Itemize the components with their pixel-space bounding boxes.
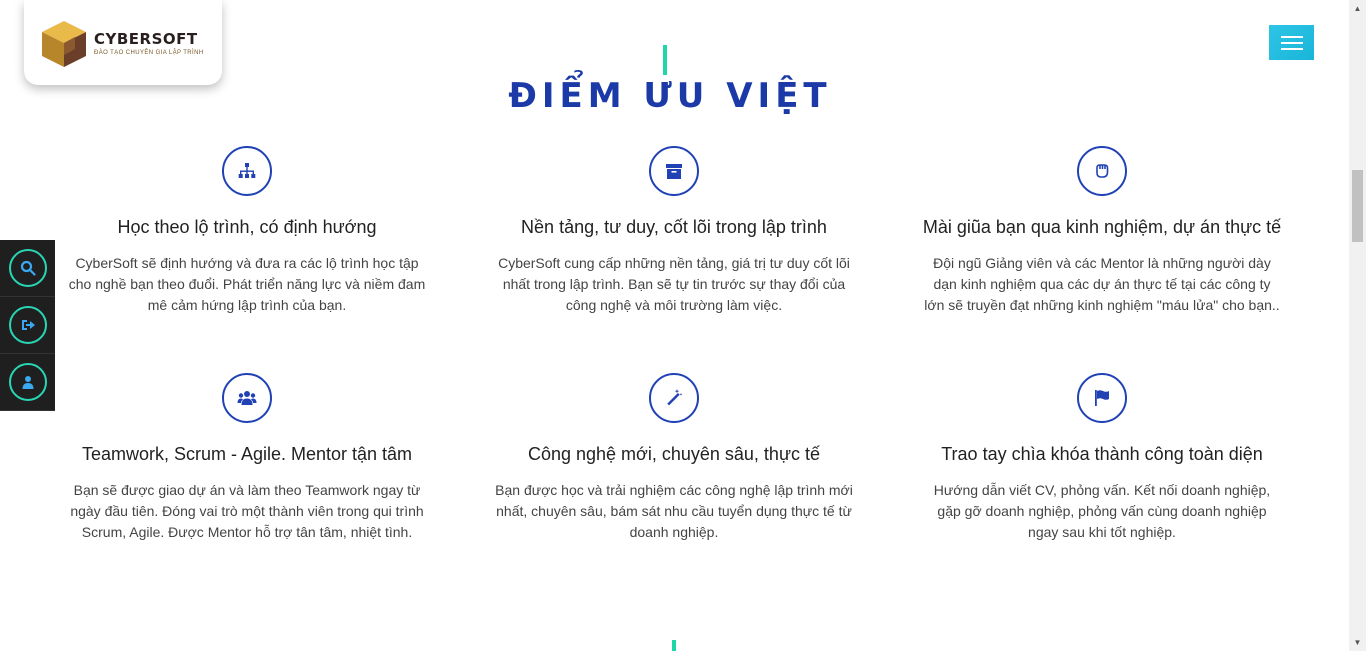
- logo-cube-icon: [42, 20, 86, 67]
- hamburger-menu-button[interactable]: [1269, 25, 1314, 60]
- next-section-accent-bar: [672, 640, 676, 651]
- feature-item: Trao tay chìa khóa thành công toàn diện …: [912, 373, 1292, 543]
- feature-item: Teamwork, Scrum - Agile. Mentor tận tâm …: [57, 373, 437, 543]
- feature-description: CyberSoft sẽ định hướng và đưa ra các lộ…: [68, 255, 426, 313]
- feature-description: Bạn sẽ được giao dự án và làm theo Teamw…: [70, 482, 424, 540]
- feature-item: Mài giũa bạn qua kinh nghiệm, dự án thực…: [912, 146, 1292, 316]
- feature-title: Mài giũa bạn qua kinh nghiệm, dự án thực…: [922, 217, 1282, 237]
- hand-fist-icon: [1096, 164, 1109, 178]
- scroll-thumb[interactable]: [1352, 170, 1363, 242]
- sidebar-icon-circle: [8, 249, 47, 287]
- feature-icon-circle: [649, 146, 699, 196]
- sidebar-login-button[interactable]: [0, 297, 55, 354]
- hamburger-icon: [1280, 35, 1303, 38]
- logo-name: CYBERSOFT: [94, 29, 198, 48]
- logo[interactable]: CYBERSOFT ĐÀO TẠO CHUYÊN GIA LẬP TRÌNH: [24, 0, 222, 85]
- title-accent-bar: [663, 45, 667, 75]
- feature-description: Đội ngũ Giảng viên và các Mentor là nhữn…: [924, 255, 1280, 313]
- scroll-up-arrow-icon[interactable]: ▲: [1349, 0, 1366, 17]
- feature-item: Nền tảng, tư duy, cốt lõi trong lập trìn…: [484, 146, 864, 316]
- sidebar-user-button[interactable]: [0, 354, 55, 411]
- search-icon: [20, 260, 36, 276]
- page-scrollbar[interactable]: ▲ ▼: [1349, 0, 1366, 651]
- users-icon: [237, 391, 257, 405]
- user-icon: [22, 376, 33, 389]
- floating-sidebar: [0, 240, 55, 411]
- feature-title: Công nghệ mới, chuyên sâu, thực tế: [527, 444, 821, 464]
- feature-description: CyberSoft cung cấp những nền tảng, giá t…: [498, 255, 850, 313]
- section-title: ĐIỂM ƯU VIỆT: [508, 76, 832, 116]
- feature-description: Hướng dẫn viết CV, phỏng vấn. Kết nối do…: [933, 482, 1271, 540]
- sitemap-icon: [238, 163, 256, 178]
- feature-item: Công nghệ mới, chuyên sâu, thực tế Bạn đ…: [484, 373, 864, 543]
- feature-icon-circle: [1077, 146, 1127, 196]
- hamburger-icon: [1280, 47, 1303, 50]
- feature-icon-circle: [649, 373, 699, 423]
- scroll-down-arrow-icon[interactable]: ▼: [1349, 634, 1366, 651]
- feature-title: Học theo lộ trình, có định hướng: [117, 217, 377, 237]
- sidebar-icon-circle: [8, 306, 47, 344]
- feature-title: Trao tay chìa khóa thành công toàn diện: [941, 444, 1263, 464]
- feature-icon-circle: [222, 146, 272, 196]
- sign-in-icon: [21, 320, 35, 330]
- hamburger-icon: [1280, 41, 1303, 44]
- feature-item: Học theo lộ trình, có định hướng CyberSo…: [57, 146, 437, 316]
- feature-title: Teamwork, Scrum - Agile. Mentor tận tâm: [81, 444, 413, 464]
- feature-icon-circle: [1077, 373, 1127, 423]
- sidebar-icon-circle: [8, 363, 47, 401]
- feature-title: Nền tảng, tư duy, cốt lõi trong lập trìn…: [521, 217, 827, 237]
- feature-icon-circle: [222, 373, 272, 423]
- archive-icon: [666, 164, 682, 179]
- feature-description: Bạn được học và trải nghiệm các công ngh…: [495, 482, 853, 540]
- magic-wand-icon: [667, 389, 683, 406]
- logo-text: CYBERSOFT ĐÀO TẠO CHUYÊN GIA LẬP TRÌNH: [94, 30, 204, 56]
- sidebar-search-button[interactable]: [0, 240, 55, 297]
- logo-tagline: ĐÀO TẠO CHUYÊN GIA LẬP TRÌNH: [94, 49, 204, 56]
- flag-icon: [1095, 390, 1109, 406]
